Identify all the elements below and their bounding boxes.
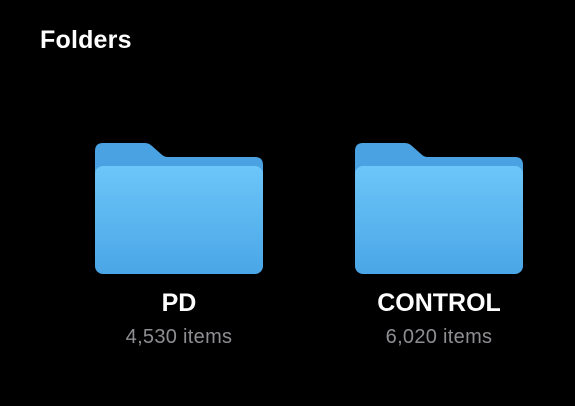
folder-card-pd[interactable]: PD 4,530 items	[69, 141, 289, 356]
folder-card-control[interactable]: CONTROL 6,020 items	[329, 141, 549, 356]
folder-name: PD	[161, 289, 197, 317]
folder-icon	[95, 143, 263, 274]
folder-item-count: 6,020 items	[385, 326, 493, 348]
section-title-folders: Folders	[40, 26, 132, 54]
folder-name: CONTROL	[377, 289, 501, 317]
folder-icon	[355, 143, 523, 274]
folder-item-count: 4,530 items	[125, 326, 233, 348]
